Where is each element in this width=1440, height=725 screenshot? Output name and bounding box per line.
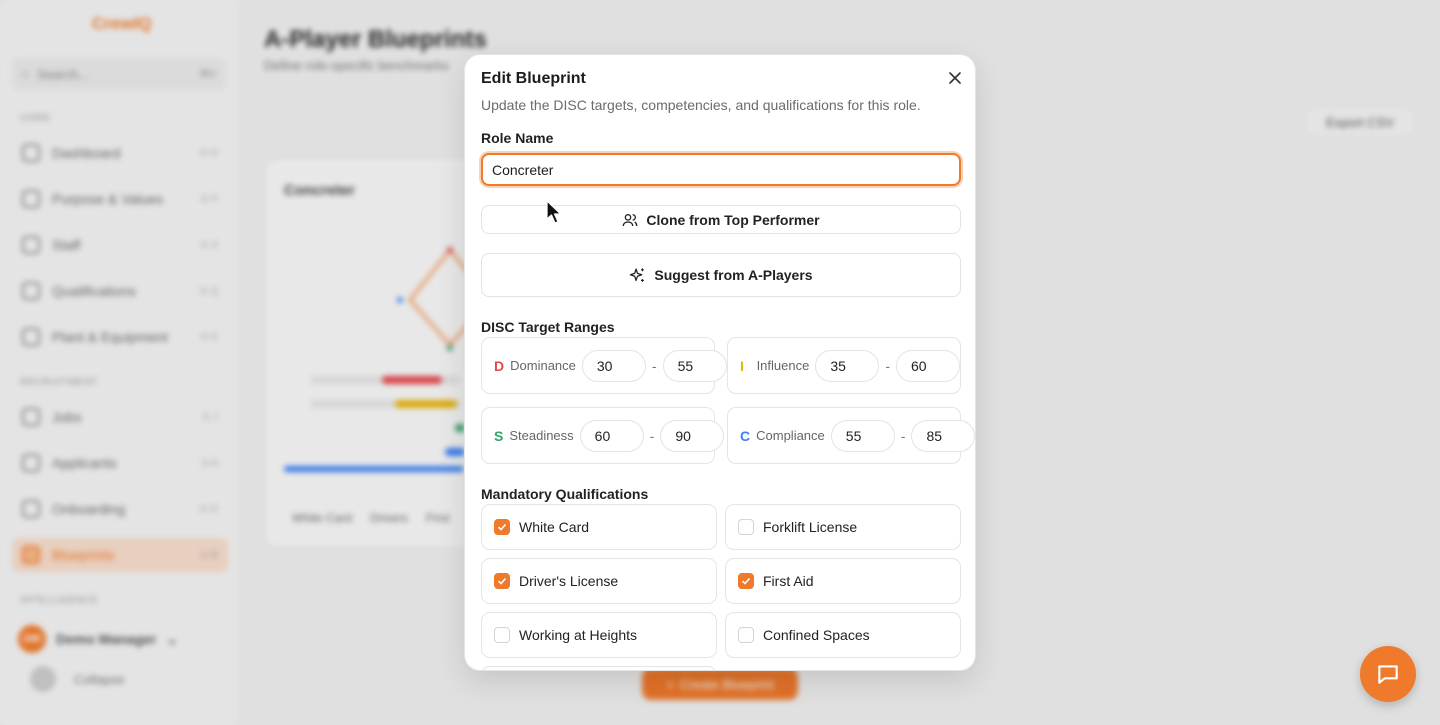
close-button[interactable] <box>945 68 965 88</box>
qualification-forklift-license[interactable]: Forklift License <box>725 504 961 550</box>
disc-name: Steadiness <box>509 428 574 443</box>
checkbox-checked[interactable] <box>494 519 510 535</box>
qualification-next-partial[interactable] <box>481 666 717 670</box>
checkbox-unchecked[interactable] <box>738 627 754 643</box>
qualification-label: White Card <box>519 519 590 535</box>
dialog-title: Edit Blueprint <box>481 70 586 87</box>
range-separator: - <box>900 427 906 444</box>
checkbox-checked[interactable] <box>738 573 754 589</box>
disc-range-dominance: D Dominance - <box>481 337 727 394</box>
edit-blueprint-dialog: Edit Blueprint Update the DISC targets, … <box>464 54 976 671</box>
disc-range-steadiness: S Steadiness - <box>481 407 725 464</box>
check-icon <box>497 523 507 531</box>
dominance-max-input[interactable] <box>662 349 727 382</box>
suggest-label: Suggest from A-Players <box>654 267 813 283</box>
chat-icon <box>1378 665 1398 684</box>
qualification-label: Confined Spaces <box>763 627 870 643</box>
disc-letter: S <box>494 427 504 444</box>
disc-letter: D <box>494 357 505 374</box>
clone-label: Clone from Top Performer <box>646 211 820 228</box>
influence-max-input[interactable] <box>896 349 960 382</box>
qualification-label: Working at Heights <box>519 627 638 643</box>
steadiness-min-input[interactable] <box>579 419 644 452</box>
disc-range-compliance: C Compliance - <box>727 407 975 464</box>
qualification-label: Forklift License <box>763 519 858 535</box>
qualification-confined-spaces[interactable]: Confined Spaces <box>725 612 961 658</box>
mouse-pointer-icon <box>546 200 562 224</box>
close-icon <box>949 72 961 84</box>
qualifications-label: Mandatory Qualifications <box>481 486 649 502</box>
dialog-description: Update the DISC targets, competencies, a… <box>481 97 921 113</box>
disc-name: Compliance <box>756 428 825 443</box>
steadiness-max-input[interactable] <box>660 419 725 452</box>
compliance-min-input[interactable] <box>830 419 895 452</box>
qualification-drivers-license[interactable]: Driver's License <box>481 558 717 604</box>
qualification-first-aid[interactable]: First Aid <box>725 558 961 604</box>
suggest-from-a-players-button[interactable]: Suggest from A-Players <box>481 253 961 297</box>
compliance-max-input[interactable] <box>911 419 975 452</box>
check-icon <box>497 577 507 585</box>
range-separator: - <box>649 427 655 444</box>
range-separator: - <box>885 357 890 374</box>
role-name-input[interactable] <box>481 153 961 186</box>
disc-name: Dominance <box>510 358 576 373</box>
qualification-label: First Aid <box>763 573 814 589</box>
disc-letter: I <box>740 357 744 374</box>
qualification-working-at-heights[interactable]: Working at Heights <box>481 612 717 658</box>
dominance-min-input[interactable] <box>581 349 646 382</box>
range-separator: - <box>651 357 657 374</box>
disc-range-influence: I Influence - <box>727 337 961 394</box>
chat-button[interactable] <box>1360 646 1416 702</box>
sparkles-icon <box>630 267 645 282</box>
qualification-white-card[interactable]: White Card <box>481 504 717 550</box>
users-icon <box>623 213 638 226</box>
influence-min-input[interactable] <box>815 349 880 382</box>
disc-letter: C <box>740 427 751 444</box>
disc-ranges-label: DISC Target Ranges <box>481 319 615 335</box>
qualification-label: Driver's License <box>519 573 619 589</box>
role-name-label: Role Name <box>481 130 554 146</box>
checkbox-checked[interactable] <box>494 573 510 589</box>
checkbox-unchecked[interactable] <box>494 627 510 643</box>
check-icon <box>741 577 751 585</box>
disc-name: Influence <box>756 358 810 373</box>
checkbox-unchecked[interactable] <box>738 519 754 535</box>
